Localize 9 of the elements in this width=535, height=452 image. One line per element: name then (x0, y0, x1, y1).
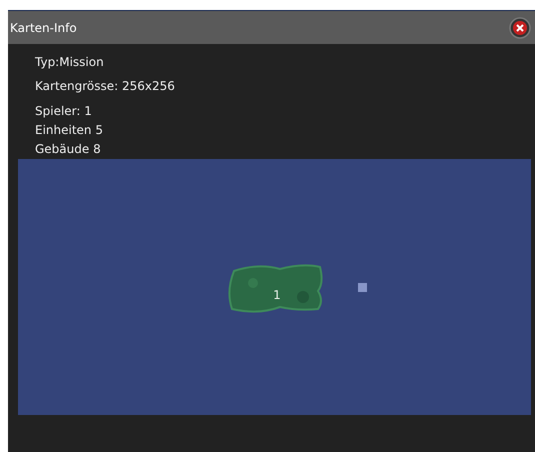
stat-text: Gebäude 8 (35, 141, 102, 158)
window-title: Karten-Info (10, 20, 77, 34)
player-start-label: 1 (273, 288, 281, 302)
info-text: Typ:Mission (35, 54, 105, 71)
info-text: Kartengrösse: 256x256 (35, 78, 176, 95)
stat-text: Spieler: 1 (35, 103, 93, 120)
map-marker (358, 283, 367, 292)
close-icon[interactable] (509, 16, 531, 38)
stat-text: Einheiten 5 (35, 122, 104, 139)
